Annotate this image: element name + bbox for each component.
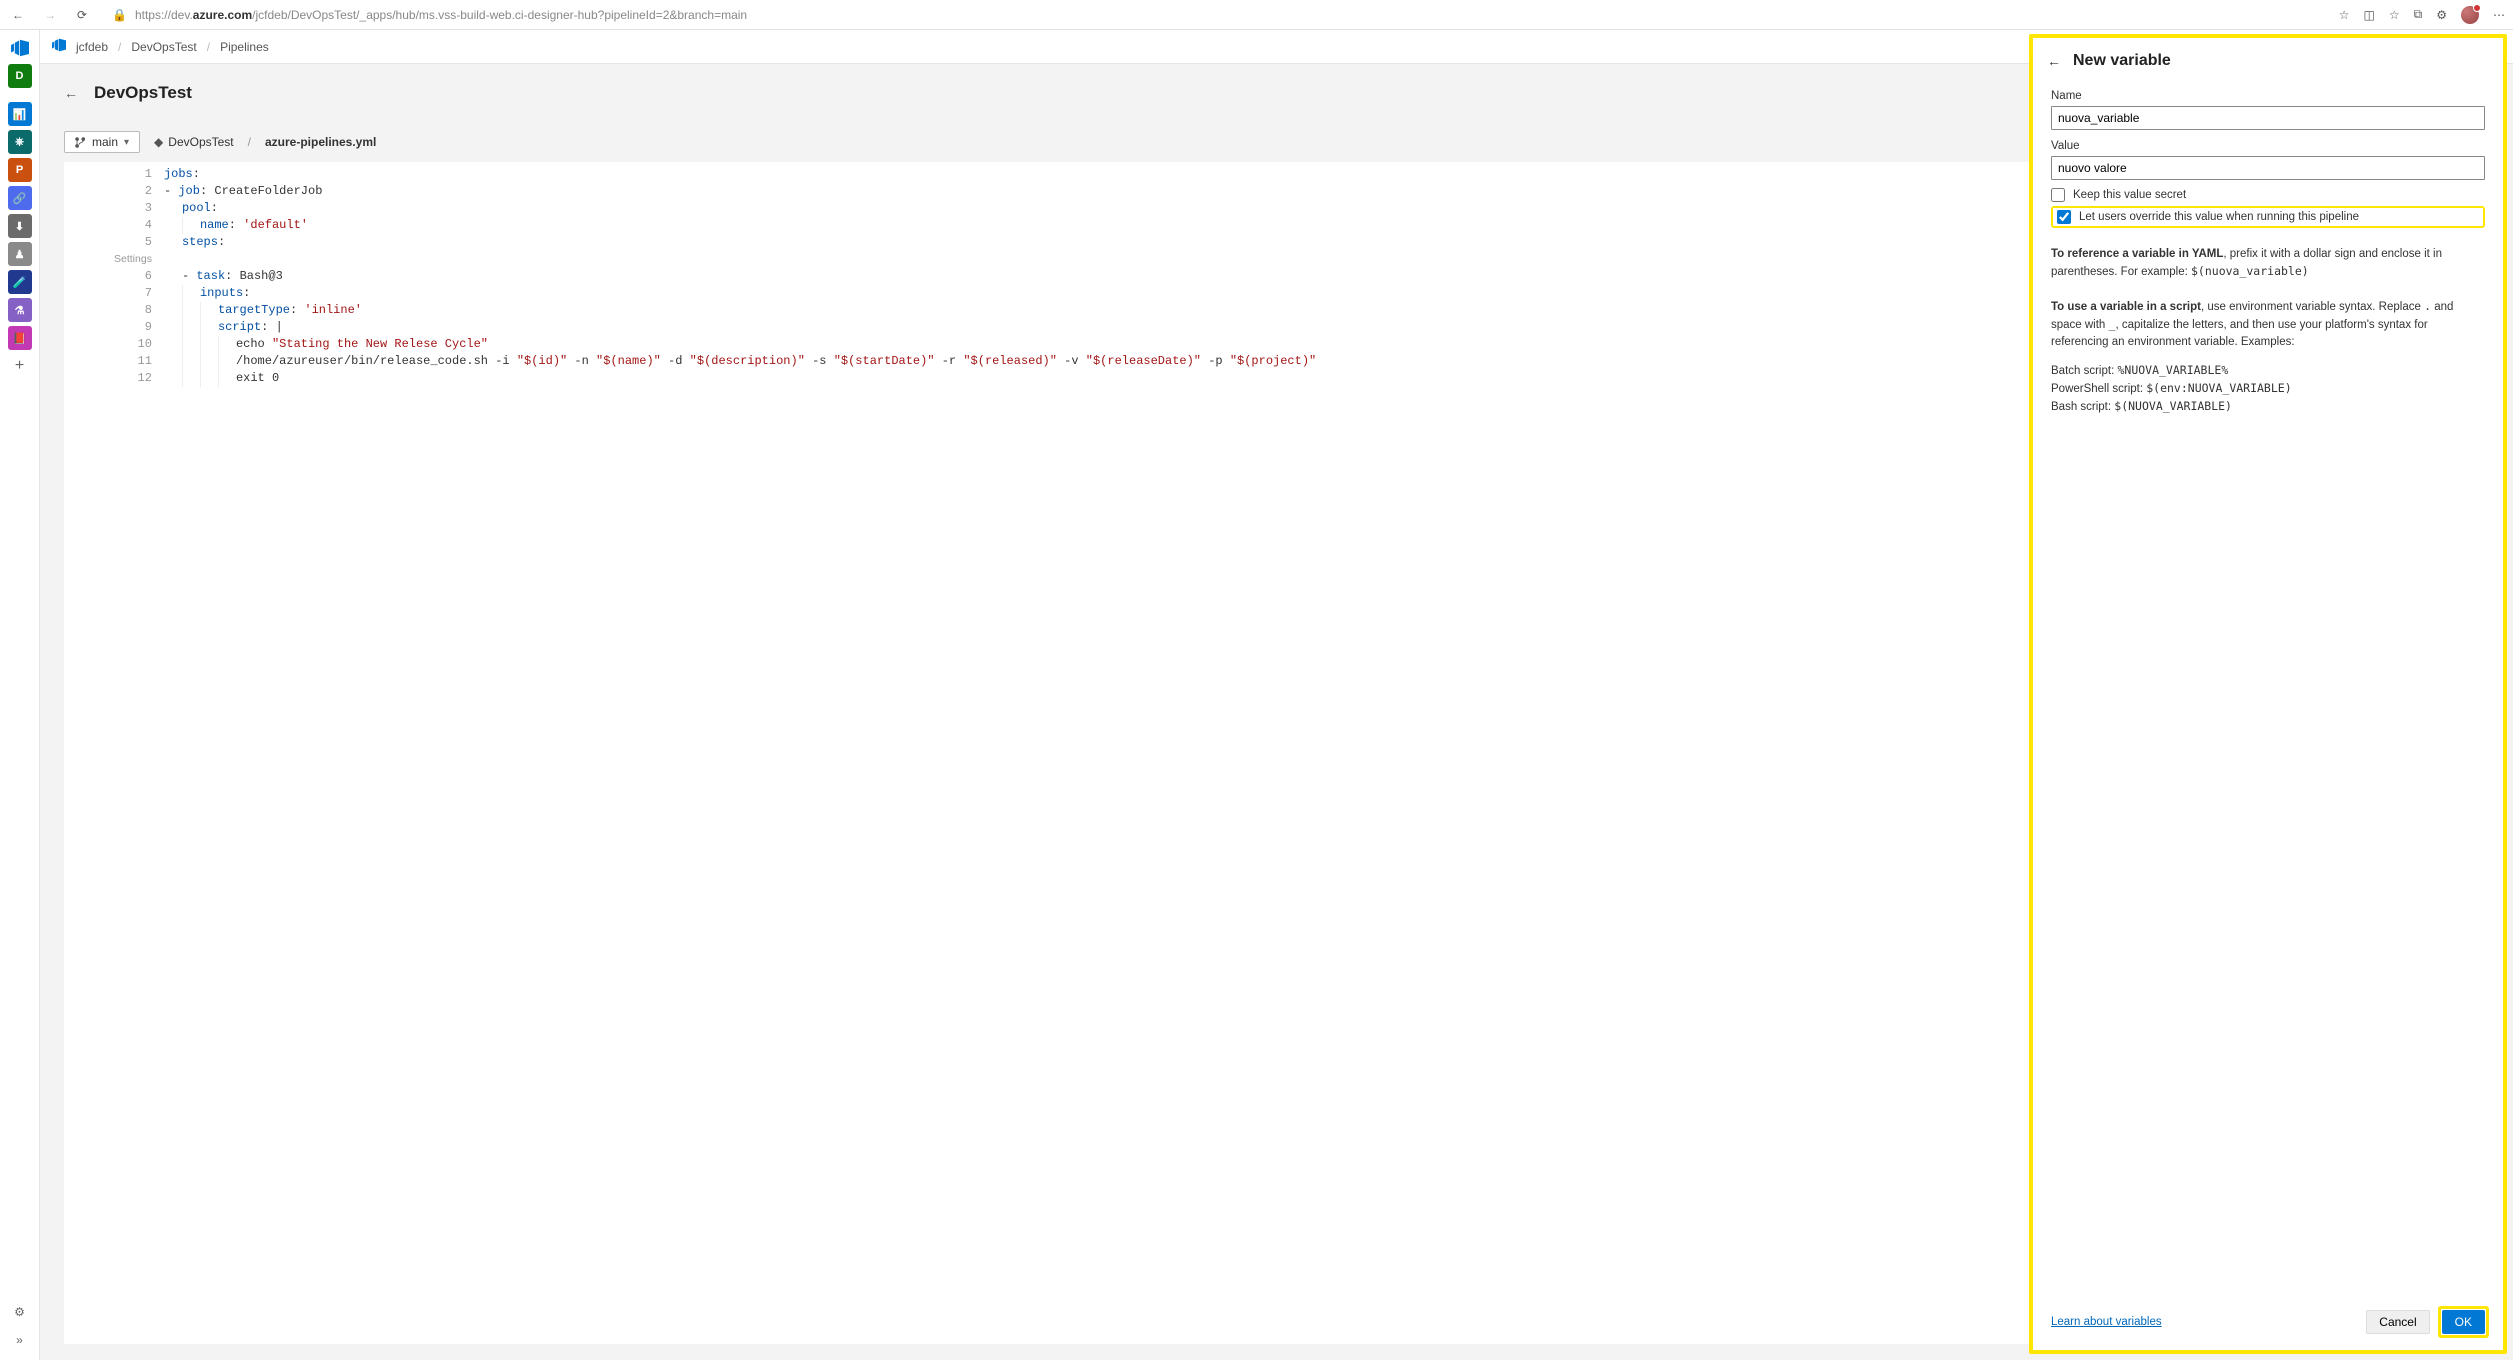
cancel-button[interactable]: Cancel (2366, 1310, 2429, 1334)
name-field-label: Name (2051, 90, 2485, 102)
value-field-label: Value (2051, 140, 2485, 152)
task-settings-link[interactable]: Settings (80, 251, 152, 268)
panel-header: ← New variable (2033, 38, 2503, 80)
rail-expand-icon[interactable]: » (8, 1328, 32, 1352)
app-shell: D 📊 ⎈ P 🔗 ⬇ ♟ 🧪 ⚗ 📕 + ⚙ » jcfdeb / DevOpsTest / P… (0, 30, 2513, 1360)
branch-selector[interactable]: main ▾ (64, 131, 140, 153)
collections-icon[interactable]: ⧉ (2414, 7, 2423, 22)
browser-right-icons: ☆ ◫ ☆ ⧉ ⚙ ⋯ (2339, 6, 2505, 24)
path-sep: / (248, 135, 251, 149)
rail-tile[interactable]: ♟ (8, 242, 32, 266)
rail-tile[interactable]: 🧪 (8, 270, 32, 294)
favorite-icon[interactable]: ☆ (2339, 8, 2350, 22)
help-examples: Batch script: %NUOVA_VARIABLE% PowerShel… (2051, 362, 2485, 415)
variable-value-input[interactable] (2051, 156, 2485, 180)
allow-override-label: Let users override this value when runni… (2079, 211, 2359, 223)
allow-override-row[interactable]: Let users override this value when runni… (2051, 206, 2485, 228)
allow-override-checkbox[interactable] (2057, 210, 2071, 224)
main-area: jcfdeb / DevOpsTest / Pipelines ← DevOps… (40, 30, 2513, 1360)
panel-footer: Learn about variables Cancel OK (2033, 1298, 2503, 1350)
breadcrumb-org[interactable]: jcfdeb (76, 40, 108, 54)
breadcrumb-project[interactable]: DevOpsTest (131, 40, 196, 54)
rail-tile[interactable]: ⎈ (8, 130, 32, 154)
browser-url-text: https://dev.azure.com/jcfdeb/DevOpsTest/… (135, 8, 747, 22)
browser-refresh-button[interactable]: ⟳ (72, 5, 92, 25)
breadcrumb-section[interactable]: Pipelines (220, 40, 269, 54)
rail-tile[interactable]: ⬇ (8, 214, 32, 238)
browser-forward-button[interactable]: → (40, 5, 60, 25)
browser-menu-icon[interactable]: ⋯ (2493, 8, 2505, 22)
branch-icon (75, 137, 86, 148)
help-yaml: To reference a variable in YAML, prefix … (2051, 246, 2485, 280)
new-variable-panel: ← New variable Name Value Keep this valu… (2029, 34, 2507, 1354)
rail-tile[interactable]: 📕 (8, 326, 32, 350)
ok-button-highlight: OK (2438, 1306, 2489, 1338)
browser-back-button[interactable]: ← (8, 5, 28, 25)
browser-url-bar[interactable]: 🔒 https://dev.azure.com/jcfdeb/DevOpsTes… (104, 6, 2327, 24)
rail-tile[interactable]: 📊 (8, 102, 32, 126)
breadcrumb-sep: / (118, 40, 121, 54)
help-script: To use a variable in a script, use envir… (2051, 298, 2485, 350)
keep-secret-label: Keep this value secret (2073, 189, 2186, 201)
repo-link[interactable]: ◆ DevOpsTest (154, 135, 234, 149)
rail-settings-icon[interactable]: ⚙ (8, 1300, 32, 1324)
left-rail: D 📊 ⎈ P 🔗 ⬇ ♟ 🧪 ⚗ 📕 + ⚙ » (0, 30, 40, 1360)
page-title: DevOpsTest (94, 83, 192, 103)
chevron-down-icon: ▾ (124, 137, 129, 148)
breadcrumb-sep: / (207, 40, 210, 54)
rail-tile[interactable]: P (8, 158, 32, 182)
azure-devops-small-icon[interactable] (52, 38, 66, 55)
repo-name: DevOpsTest (168, 135, 233, 149)
lock-icon: 🔒 (112, 8, 127, 22)
keep-secret-row[interactable]: Keep this value secret (2051, 188, 2485, 202)
azure-devops-logo-icon[interactable] (8, 36, 32, 60)
browser-profile-avatar[interactable] (2461, 6, 2479, 24)
page-back-button[interactable]: ← (64, 85, 78, 101)
ok-button[interactable]: OK (2442, 1310, 2485, 1334)
variable-name-input[interactable] (2051, 106, 2485, 130)
file-name: azure-pipelines.yml (265, 135, 376, 149)
panel-back-button[interactable]: ← (2047, 53, 2061, 69)
extensions-icon[interactable]: ⚙ (2436, 8, 2447, 22)
keep-secret-checkbox[interactable] (2051, 188, 2065, 202)
favorites-list-icon[interactable]: ☆ (2389, 8, 2400, 22)
learn-about-variables-link[interactable]: Learn about variables (2051, 1316, 2162, 1328)
repo-icon: ◆ (154, 135, 163, 149)
rail-tile[interactable]: ⚗ (8, 298, 32, 322)
panel-title: New variable (2073, 52, 2171, 70)
split-icon[interactable]: ◫ (2364, 8, 2375, 22)
rail-project-tile[interactable]: D (8, 64, 32, 88)
branch-name: main (92, 135, 118, 149)
rail-tile[interactable]: 🔗 (8, 186, 32, 210)
browser-chrome: ← → ⟳ 🔒 https://dev.azure.com/jcfdeb/Dev… (0, 0, 2513, 30)
panel-body: Name Value Keep this value secret Let us… (2033, 80, 2503, 1298)
rail-add-button[interactable]: + (8, 354, 32, 378)
editor-gutter: 12345Settings6789101112 (64, 162, 160, 391)
